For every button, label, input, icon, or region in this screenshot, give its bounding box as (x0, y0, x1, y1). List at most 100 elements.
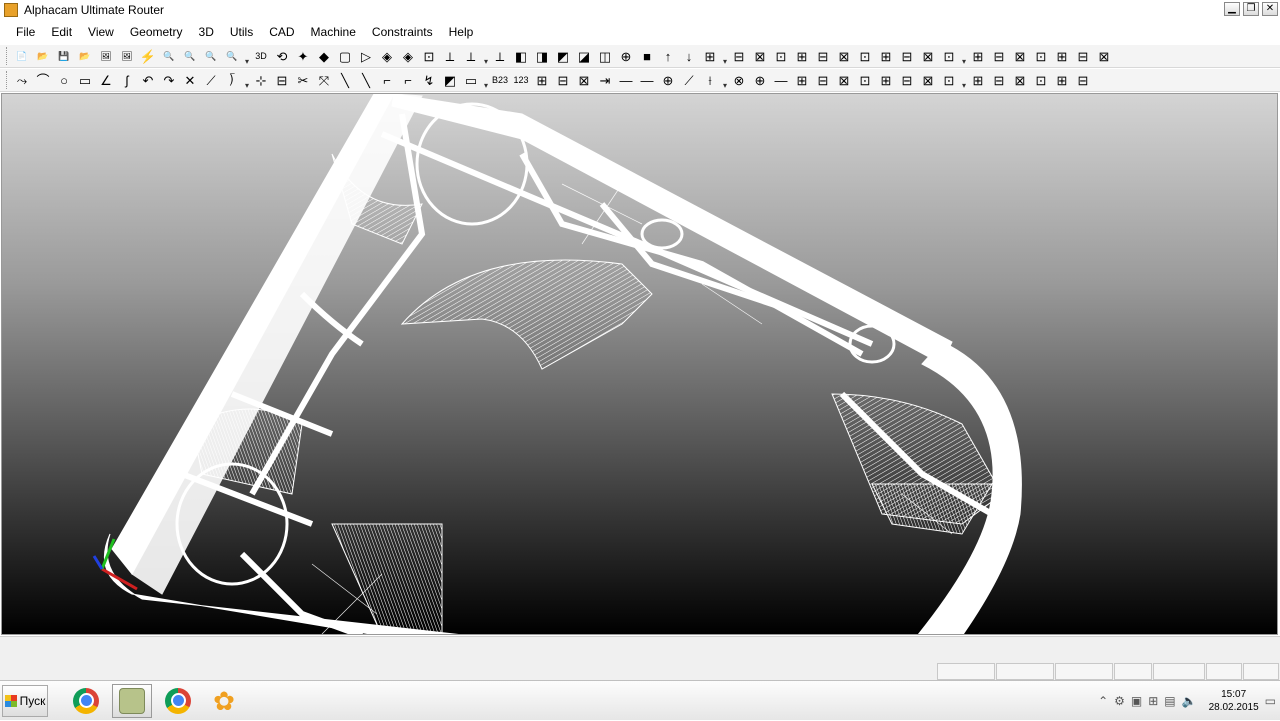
toolbar-overflow-icon[interactable]: ▾ (482, 70, 490, 90)
clock[interactable]: 15:07 28.02.2015 (1209, 688, 1259, 714)
toolbar-button-icon[interactable]: ✦ (293, 46, 313, 66)
network-icon[interactable]: ▤ (1164, 694, 1175, 708)
toolbar-button-icon[interactable]: ⊕ (750, 70, 770, 90)
toolbar-grip[interactable] (6, 71, 9, 89)
toolbar-button-icon[interactable]: 3D (251, 46, 271, 66)
toolbar-button-icon[interactable]: 123 (511, 70, 531, 90)
toolbar-button-icon[interactable]: ▷ (356, 46, 376, 66)
toolbar-button-icon[interactable]: ⊡ (1031, 46, 1051, 66)
menu-constraints[interactable]: Constraints (364, 22, 441, 42)
taskbar-alphacam[interactable] (112, 683, 152, 718)
toolbar-button-icon[interactable]: ↯ (419, 70, 439, 90)
toolbar-button-icon[interactable]: 📂 (33, 46, 53, 66)
menu-edit[interactable]: Edit (43, 22, 80, 42)
toolbar-button-icon[interactable]: ⟂ (461, 46, 481, 66)
menu-view[interactable]: View (80, 22, 122, 42)
toolbar-button-icon[interactable]: ◆ (314, 46, 334, 66)
toolbar-button-icon[interactable]: ⊠ (918, 70, 938, 90)
toolbar-button-icon[interactable]: ⤳ (12, 70, 32, 90)
toolbar-button-icon[interactable]: ⌒ (33, 70, 53, 90)
toolbar-button-icon[interactable]: — (771, 70, 791, 90)
menu-machine[interactable]: Machine (303, 22, 364, 42)
toolbar-button-icon[interactable]: ▢ (335, 46, 355, 66)
toolbar-button-icon[interactable]: ↓ (679, 46, 699, 66)
toolbar-button-icon[interactable]: ⊡ (855, 46, 875, 66)
toolbar-button-icon[interactable]: ⇥ (595, 70, 615, 90)
toolbar-grip[interactable] (6, 47, 9, 65)
toolbar-button-icon[interactable]: 📄 (12, 46, 32, 66)
toolbar-button-icon[interactable]: ⊞ (876, 70, 896, 90)
toolbar-button-icon[interactable]: ◫ (595, 46, 615, 66)
toolbar-button-icon[interactable]: ⊞ (700, 46, 720, 66)
toolbar-button-icon[interactable]: ╲ (335, 70, 355, 90)
menu-file[interactable]: File (8, 22, 43, 42)
toolbar-button-icon[interactable]: ⊞ (968, 46, 988, 66)
toolbar-button-icon[interactable]: ⊟ (897, 46, 917, 66)
toolbar-button-icon[interactable]: 💾 (54, 46, 74, 66)
toolbar-overflow-icon[interactable]: ▾ (243, 70, 251, 90)
toolbar-button-icon[interactable]: ◈ (377, 46, 397, 66)
toolbar-button-icon[interactable]: ⊡ (939, 46, 959, 66)
toolbar-overflow-icon[interactable]: ▾ (960, 46, 968, 66)
toolbar-button-icon[interactable]: ⊠ (918, 46, 938, 66)
toolbar-button-icon[interactable]: ■ (637, 46, 657, 66)
menu-3d[interactable]: 3D (191, 22, 222, 42)
toolbar-button-icon[interactable]: ⊠ (1010, 70, 1030, 90)
volume-icon[interactable]: 🔈 (1182, 694, 1197, 708)
toolbar-button-icon[interactable]: ⊟ (729, 46, 749, 66)
toolbar-button-icon[interactable]: ✕ (180, 70, 200, 90)
toolbar-button-icon[interactable]: ⊕ (658, 70, 678, 90)
toolbar-button-icon[interactable]: ▭ (75, 70, 95, 90)
minimize-button[interactable]: ▁ (1224, 2, 1240, 16)
toolbar-button-icon[interactable]: ⚡ (138, 46, 158, 66)
toolbar-button-icon[interactable]: 🔍 (180, 46, 200, 66)
toolbar-button-icon[interactable]: ⊡ (1031, 70, 1051, 90)
toolbar-button-icon[interactable]: 🖼 (96, 46, 116, 66)
cad-viewport[interactable] (1, 93, 1278, 635)
show-hidden-icons-icon[interactable]: ⌃ (1098, 694, 1108, 708)
toolbar-button-icon[interactable]: ⌐ (377, 70, 397, 90)
toolbar-button-icon[interactable]: ⊟ (897, 70, 917, 90)
toolbar-button-icon[interactable]: ⊞ (1052, 46, 1072, 66)
toolbar-button-icon[interactable]: ↷ (159, 70, 179, 90)
toolbar-overflow-icon[interactable]: ▾ (482, 46, 490, 66)
toolbar-button-icon[interactable]: ⟊ (700, 70, 720, 90)
toolbar-button-icon[interactable]: ⟲ (272, 46, 292, 66)
toolbar-button-icon[interactable]: ∠ (96, 70, 116, 90)
toolbar-button-icon[interactable]: ⊞ (792, 70, 812, 90)
tray-app-icon[interactable]: ▣ (1131, 694, 1142, 708)
toolbar-button-icon[interactable]: ⊠ (1094, 46, 1114, 66)
toolbar-button-icon[interactable]: ⊟ (989, 70, 1009, 90)
toolbar-button-icon[interactable]: 🔍 (222, 46, 242, 66)
toolbar-button-icon[interactable]: ⟌ (222, 70, 242, 90)
toolbar-button-icon[interactable]: — (616, 70, 636, 90)
toolbar-button-icon[interactable]: ⊠ (834, 70, 854, 90)
show-desktop-icon[interactable]: ▭ (1265, 694, 1276, 708)
toolbar-button-icon[interactable]: ◪ (574, 46, 594, 66)
toolbar-button-icon[interactable]: ⊹ (251, 70, 271, 90)
toolbar-button-icon[interactable]: 📂 (75, 46, 95, 66)
toolbar-button-icon[interactable]: ⊟ (1073, 46, 1093, 66)
toolbar-button-icon[interactable]: ✂ (293, 70, 313, 90)
toolbar-button-icon[interactable]: ⊠ (1010, 46, 1030, 66)
tray-app-icon[interactable]: ⊞ (1148, 694, 1158, 708)
toolbar-button-icon[interactable]: ◩ (553, 46, 573, 66)
toolbar-button-icon[interactable]: 🔍 (201, 46, 221, 66)
toolbar-button-icon[interactable]: ⟂ (440, 46, 460, 66)
restore-button[interactable]: ❐ (1243, 2, 1259, 16)
toolbar-button-icon[interactable]: ◈ (398, 46, 418, 66)
toolbar-button-icon[interactable]: ⊡ (939, 70, 959, 90)
toolbar-button-icon[interactable]: ⊠ (574, 70, 594, 90)
toolbar-button-icon[interactable]: — (637, 70, 657, 90)
toolbar-button-icon[interactable]: ◧ (511, 46, 531, 66)
toolbar-button-icon[interactable]: ◩ (440, 70, 460, 90)
close-button[interactable]: ✕ (1262, 2, 1278, 16)
taskbar-chrome-1[interactable] (66, 684, 106, 718)
toolbar-button-icon[interactable]: ⊟ (272, 70, 292, 90)
toolbar-button-icon[interactable]: ⊟ (989, 46, 1009, 66)
toolbar-button-icon[interactable]: ⊞ (532, 70, 552, 90)
toolbar-button-icon[interactable]: ⊟ (553, 70, 573, 90)
menu-help[interactable]: Help (441, 22, 482, 42)
toolbar-button-icon[interactable]: ⊞ (876, 46, 896, 66)
start-button[interactable]: Пуск (2, 684, 48, 717)
